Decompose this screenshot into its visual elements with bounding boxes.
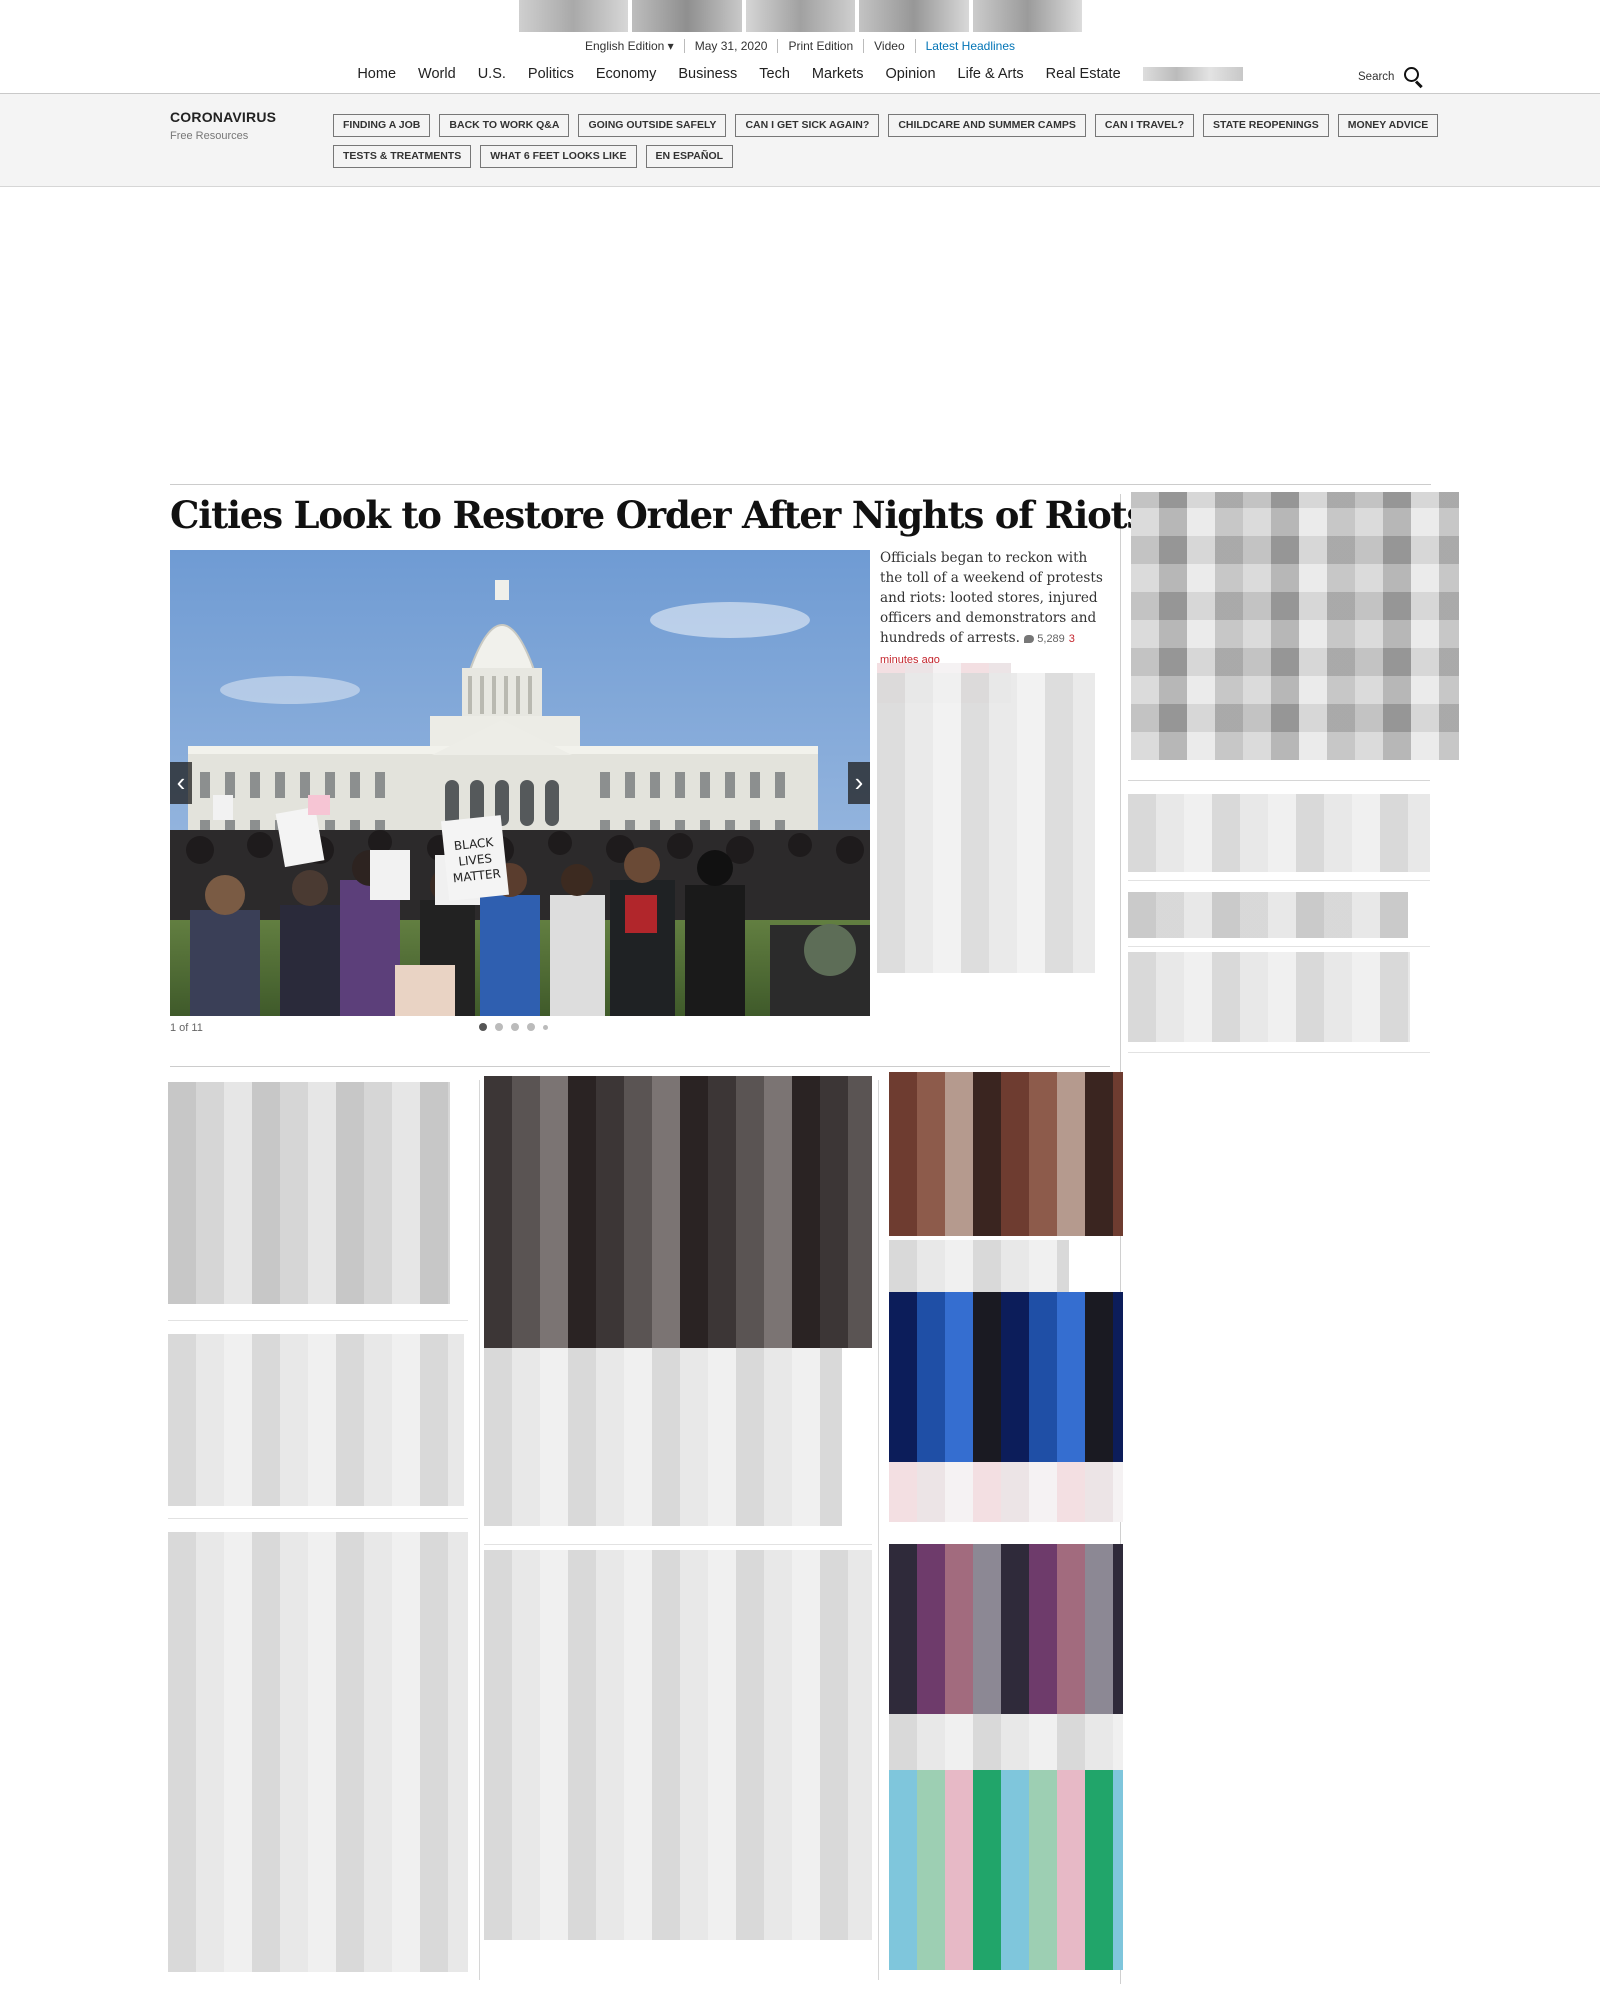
search-label: Search (1358, 71, 1395, 83)
rail-divider (1128, 1052, 1430, 1053)
nav-item-world[interactable]: World (418, 66, 456, 82)
blurred-story-block[interactable] (484, 1348, 842, 1526)
nav-item-economy[interactable]: Economy (596, 66, 656, 82)
capitol-protest-photo: BLACK LIVES MATTER (170, 550, 870, 1016)
edition-bar: English Edition ▾ May 31, 2020 Print Editi… (0, 39, 1600, 53)
print-edition-link[interactable]: Print Edition (778, 39, 865, 53)
story-divider (484, 1544, 872, 1545)
slide-dot-active[interactable] (479, 1023, 487, 1031)
column-divider (878, 1080, 879, 1980)
comment-icon (1024, 635, 1035, 644)
nav-item-real-estate[interactable]: Real Estate (1046, 66, 1121, 82)
lead-headline[interactable]: Cities Look to Restore Order After Night… (170, 493, 1147, 537)
blurred-story-block[interactable] (168, 1082, 450, 1304)
blurred-story-block[interactable] (889, 1240, 1069, 1292)
slide-dot[interactable] (527, 1023, 535, 1031)
masthead: English Edition ▾ May 31, 2020 Print Editi… (0, 0, 1600, 94)
blurred-rail-item[interactable] (1128, 794, 1430, 872)
topic-money-advice[interactable]: MONEY ADVICE (1337, 114, 1439, 137)
nav-item-life-arts[interactable]: Life & Arts (958, 66, 1024, 82)
edition-date: May 31, 2020 (685, 39, 779, 53)
section-divider (170, 484, 1431, 485)
coronavirus-topic-list: FINDING A JOB BACK TO WORK Q&A GOING OUT… (333, 114, 1443, 168)
nav-item-politics[interactable]: Politics (528, 66, 574, 82)
topic-en-espanol[interactable]: EN ESPAÑOL (645, 145, 734, 168)
slide-dot[interactable] (511, 1023, 519, 1031)
blurred-story-image[interactable] (889, 1770, 1123, 1970)
rail-divider (1128, 946, 1430, 947)
chevron-right-icon: › (854, 767, 864, 797)
blurred-ad-block[interactable] (1131, 492, 1459, 760)
slide-dot[interactable] (543, 1024, 548, 1030)
blurred-story-block[interactable] (168, 1334, 464, 1506)
topic-state-reopenings[interactable]: STATE REOPENINGS (1202, 114, 1329, 137)
coronavirus-resources-bar: CORONAVIRUS Free Resources FINDING A JOB… (0, 94, 1600, 187)
previous-slide-button[interactable]: ‹ (170, 762, 192, 804)
nav-item-markets[interactable]: Markets (812, 66, 864, 82)
blurred-story-block[interactable] (168, 1532, 468, 1972)
rail-divider (1128, 880, 1430, 881)
search-icon (1404, 67, 1424, 89)
search-button[interactable]: Search (1358, 67, 1424, 89)
topic-finding-a-job[interactable]: FINDING A JOB (333, 114, 431, 137)
blurred-rail-item[interactable] (1128, 892, 1408, 938)
topic-six-feet[interactable]: WHAT 6 FEET LOOKS LIKE (480, 145, 637, 168)
blurred-rail-item[interactable] (1128, 952, 1410, 1042)
lead-summary-text: Officials began to reckon with the toll … (880, 550, 1103, 646)
topic-childcare-summer-camps[interactable]: CHILDCARE AND SUMMER CAMPS (888, 114, 1086, 137)
chevron-left-icon: ‹ (176, 767, 186, 797)
comment-count[interactable]: 5,289 (1037, 633, 1065, 645)
nav-item-home[interactable]: Home (357, 66, 396, 82)
nav-item-opinion[interactable]: Opinion (886, 66, 936, 82)
rail-divider (1128, 780, 1430, 781)
blurred-story-block[interactable] (889, 1462, 1123, 1522)
edition-selector[interactable]: English Edition ▾ (575, 39, 685, 53)
blurred-story-block[interactable] (889, 1714, 1123, 1770)
nav-item-business[interactable]: Business (678, 66, 737, 82)
slide-dot[interactable] (495, 1023, 503, 1031)
slide-counter: 1 of 11 (170, 1022, 203, 1034)
blurred-story-block[interactable] (484, 1550, 872, 1940)
blurred-story-image[interactable] (889, 1072, 1123, 1236)
blurred-story-image[interactable] (484, 1076, 872, 1348)
coronavirus-title[interactable]: CORONAVIRUS (170, 109, 276, 125)
nav-item-tech[interactable]: Tech (759, 66, 790, 82)
lead-photo-slideshow[interactable]: BLACK LIVES MATTER ‹ › (170, 550, 870, 1016)
blurred-story-image[interactable] (889, 1544, 1123, 1714)
site-logo-blurred[interactable] (519, 0, 1083, 32)
video-link[interactable]: Video (864, 39, 916, 53)
section-divider (170, 1066, 1110, 1067)
topic-can-i-get-sick-again[interactable]: CAN I GET SICK AGAIN? (735, 114, 880, 137)
coronavirus-subtitle: Free Resources (170, 130, 249, 142)
nav-item-us[interactable]: U.S. (478, 66, 506, 82)
slide-dots (479, 1023, 548, 1031)
blurred-story-teaser[interactable] (877, 673, 1095, 973)
latest-headlines-link[interactable]: Latest Headlines (916, 39, 1025, 53)
story-divider (168, 1320, 468, 1321)
blurred-story-image[interactable] (889, 1292, 1123, 1462)
lead-summary: Officials began to reckon with the toll … (880, 548, 1112, 670)
nav-item-blurred[interactable] (1142, 67, 1243, 82)
topic-back-to-work[interactable]: BACK TO WORK Q&A (439, 114, 570, 137)
topic-tests-treatments[interactable]: TESTS & TREATMENTS (333, 145, 472, 168)
topic-can-i-travel[interactable]: CAN I TRAVEL? (1094, 114, 1194, 137)
column-divider (479, 1080, 480, 1980)
topic-going-outside-safely[interactable]: GOING OUTSIDE SAFELY (578, 114, 727, 137)
story-divider (168, 1518, 468, 1519)
next-slide-button[interactable]: › (848, 762, 870, 804)
